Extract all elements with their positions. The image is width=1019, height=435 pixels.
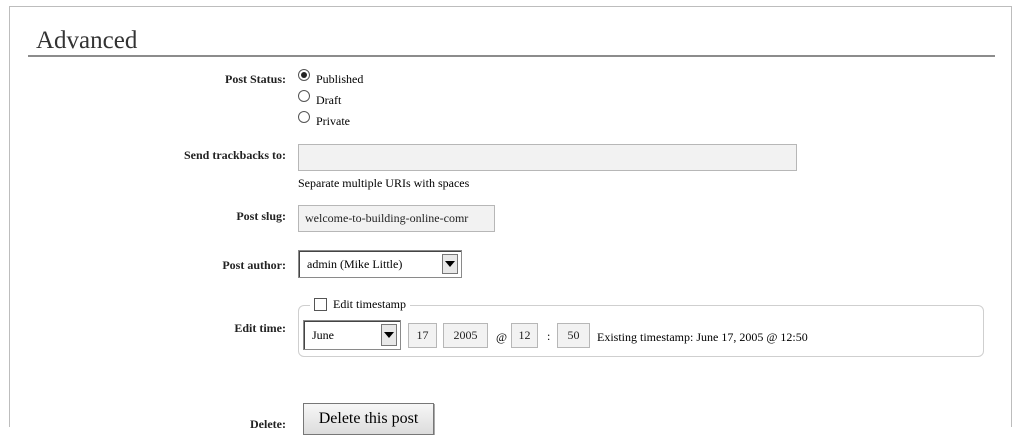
post-slug-input[interactable]: welcome-to-building-online-comr <box>298 205 495 232</box>
radio-draft[interactable] <box>298 90 310 102</box>
trackbacks-input[interactable] <box>298 144 797 171</box>
section-title: Advanced <box>36 27 138 54</box>
post-status-label: Post Status: <box>224 72 286 86</box>
post-slug-label: Post slug: <box>236 209 286 223</box>
post-author-value: admin (Mike Little) <box>307 256 403 271</box>
edit-time-label: Edit time: <box>234 321 286 335</box>
delete-label: Delete: <box>250 417 286 431</box>
month-select[interactable]: June <box>303 320 401 350</box>
status-option-private[interactable]: Private <box>298 111 350 129</box>
section-heading: Advanced <box>28 27 995 57</box>
existing-timestamp: Existing timestamp: June 17, 2005 @ 12:5… <box>597 330 808 344</box>
radio-published[interactable] <box>298 69 310 81</box>
chevron-down-icon[interactable] <box>442 254 458 274</box>
trackbacks-hint: Separate multiple URIs with spaces <box>298 176 470 190</box>
time-colon: : <box>547 329 551 343</box>
post-author-select[interactable]: admin (Mike Little) <box>298 250 462 278</box>
chevron-down-icon[interactable] <box>381 324 397 346</box>
status-draft-label: Draft <box>316 93 342 107</box>
year-input[interactable]: 2005 <box>443 323 488 348</box>
radio-private[interactable] <box>298 111 310 123</box>
delete-post-button[interactable]: Delete this post <box>303 403 434 435</box>
edit-timestamp-checkbox[interactable] <box>314 298 327 311</box>
status-private-label: Private <box>316 114 350 128</box>
status-published-label: Published <box>316 72 364 86</box>
status-option-draft[interactable]: Draft <box>298 90 342 108</box>
day-input[interactable]: 17 <box>408 323 437 348</box>
trackbacks-label: Send trackbacks to: <box>183 148 286 162</box>
edit-timestamp-label: Edit timestamp <box>333 297 406 311</box>
status-option-published[interactable]: Published <box>298 69 364 87</box>
hour-input[interactable]: 12 <box>511 323 538 348</box>
month-value: June <box>312 327 334 342</box>
minute-input[interactable]: 50 <box>557 323 590 348</box>
at-sign: @ <box>496 330 508 344</box>
post-author-label: Post author: <box>222 258 286 272</box>
edit-timestamp-toggle[interactable]: Edit timestamp <box>310 297 410 312</box>
